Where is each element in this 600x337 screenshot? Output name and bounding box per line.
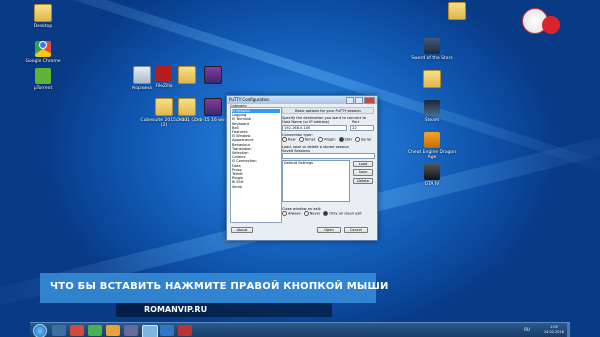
radio-serial[interactable]: Serial bbox=[354, 136, 371, 142]
tree-item[interactable]: Serial bbox=[232, 185, 280, 189]
radio-clean-exit[interactable]: Only on clean exit bbox=[323, 211, 362, 217]
putty-title: PuTTY Configuration bbox=[229, 96, 270, 102]
desktop-icon[interactable] bbox=[430, 2, 484, 22]
taskbar-app-icon[interactable] bbox=[178, 325, 192, 336]
folder-icon bbox=[423, 70, 441, 88]
clock-date: 24.02.2016 bbox=[543, 329, 564, 334]
folder-icon bbox=[448, 2, 466, 20]
maximize-icon[interactable] bbox=[355, 96, 363, 104]
caption-banner: ЧТО БЫ ВСТАВИТЬ НАЖМИТЕ ПРАВОЙ КНОПКОЙ М… bbox=[40, 273, 388, 303]
radio-raw[interactable]: Raw bbox=[282, 136, 296, 142]
taskbar-app-icon[interactable] bbox=[88, 325, 102, 336]
radio-ssh[interactable]: SSH bbox=[338, 136, 352, 142]
radio-always[interactable]: Always bbox=[282, 211, 301, 217]
save-button[interactable]: Save bbox=[353, 169, 373, 176]
host-input[interactable]: 192.168.0.100 bbox=[282, 124, 348, 131]
desktop-icon[interactable]: Sword of the Stars bbox=[405, 38, 459, 61]
winrar-icon bbox=[204, 98, 222, 116]
desktop: Desktop Google Chrome µTorrent Корзина F… bbox=[0, 0, 600, 337]
delete-button[interactable]: Delete bbox=[353, 177, 373, 184]
session-item[interactable]: Default Settings bbox=[284, 161, 348, 165]
desktop-icon[interactable]: µTorrent bbox=[16, 68, 70, 91]
start-button[interactable] bbox=[33, 324, 47, 337]
steam-icon bbox=[424, 100, 440, 116]
chrome-icon bbox=[35, 41, 51, 57]
cancel-button[interactable]: Cancel bbox=[344, 227, 368, 234]
port-input[interactable]: 22 bbox=[350, 124, 374, 131]
taskbar-app-icon[interactable] bbox=[124, 325, 138, 336]
channel-logo bbox=[522, 6, 566, 34]
radio-rlogin[interactable]: Rlogin bbox=[318, 136, 336, 142]
language-indicator[interactable]: RU bbox=[524, 327, 530, 332]
category-tree[interactable]: ⊟ Session Logging ⊟ Terminal Keyboard Be… bbox=[230, 107, 282, 223]
taskbar-app-icon[interactable] bbox=[160, 325, 174, 336]
caption-subtitle-strip: ROMANVIP.RU bbox=[116, 303, 332, 317]
winrar-icon bbox=[204, 66, 222, 84]
saved-session-input[interactable] bbox=[282, 153, 375, 160]
session-list[interactable]: Default Settings bbox=[282, 160, 350, 203]
open-button[interactable]: Open bbox=[317, 227, 341, 234]
game-icon bbox=[424, 38, 440, 54]
taskbar-putty-icon[interactable] bbox=[142, 325, 158, 337]
taskbar-app-icon[interactable] bbox=[106, 325, 120, 336]
caption-text: ЧТО БЫ ВСТАВИТЬ НАЖМИТЕ ПРАВОЙ КНОПКОЙ М… bbox=[50, 281, 389, 292]
system-tray[interactable]: 1:05 24.02.2016 bbox=[544, 325, 564, 334]
desktop-icon[interactable]: Cheat Engine Dragon Age bbox=[405, 132, 459, 160]
session-panel: Basic options for your PuTTY session Spe… bbox=[282, 107, 375, 217]
putty-titlebar[interactable]: PuTTY Configuration bbox=[227, 96, 377, 104]
taskbar-explorer-icon[interactable] bbox=[52, 325, 66, 336]
about-button[interactable]: About bbox=[231, 227, 253, 234]
putty-window[interactable]: PuTTY Configuration Category: ⊟ Session … bbox=[226, 95, 378, 241]
desktop-icon[interactable] bbox=[186, 66, 240, 86]
game-icon bbox=[424, 132, 440, 148]
folder-icon bbox=[34, 4, 52, 22]
desktop-icon[interactable]: Google Chrome bbox=[16, 36, 70, 64]
panel-header: Basic options for your PuTTY session bbox=[282, 107, 374, 115]
desktop-icon[interactable] bbox=[405, 70, 459, 90]
caption-subtitle: ROMANVIP.RU bbox=[144, 305, 208, 314]
game-icon bbox=[424, 164, 440, 180]
minimize-icon[interactable] bbox=[346, 96, 354, 104]
show-desktop-button[interactable] bbox=[567, 323, 570, 337]
load-button[interactable]: Load bbox=[353, 161, 373, 168]
close-icon[interactable] bbox=[364, 96, 375, 104]
taskbar: 1:05 24.02.2016 RU bbox=[30, 322, 570, 337]
radio-never[interactable]: Never bbox=[303, 211, 320, 217]
desktop-icon[interactable]: GTA IV bbox=[405, 164, 459, 187]
radio-telnet[interactable]: Telnet bbox=[298, 136, 315, 142]
desktop-icon[interactable]: Desktop bbox=[16, 4, 70, 29]
utorrent-icon bbox=[35, 68, 51, 84]
desktop-icon[interactable]: Steam bbox=[405, 100, 459, 123]
taskbar-media-icon[interactable] bbox=[70, 325, 84, 336]
